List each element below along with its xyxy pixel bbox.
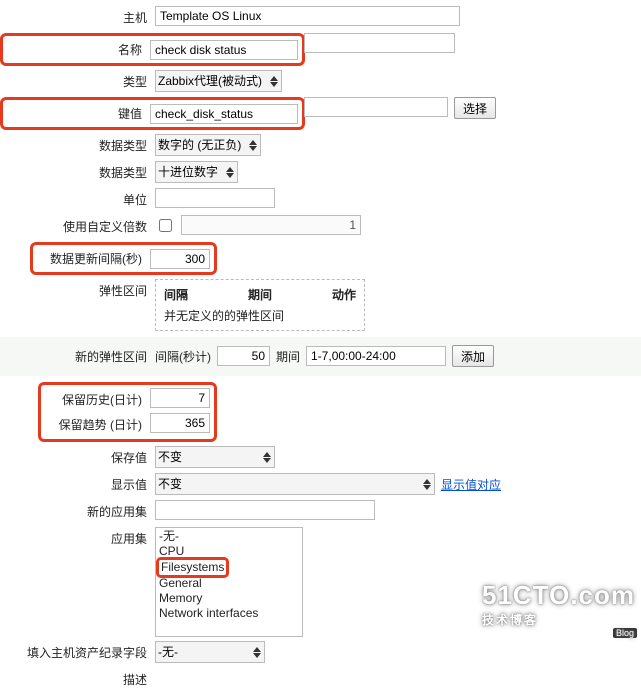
- apps-label: 应用集: [0, 527, 155, 550]
- add-button[interactable]: 添加: [452, 345, 494, 367]
- data-type-select[interactable]: 数字的 (无正负): [155, 134, 261, 156]
- inventory-label: 填入主机资产纪录字段: [0, 641, 155, 664]
- units-input[interactable]: [155, 188, 275, 208]
- list-item[interactable]: Filesystems: [158, 559, 300, 576]
- update-interval-label: 数据更新间隔(秒): [37, 247, 150, 270]
- multiplier-input: [181, 215, 361, 235]
- key-input-ext[interactable]: [304, 97, 448, 117]
- keep-trends-input[interactable]: [150, 413, 210, 433]
- flex-label: 弹性区间: [0, 279, 155, 302]
- apps-listbox[interactable]: -无-CPUFilesystemsGeneralMemoryNetwork in…: [155, 527, 303, 637]
- list-item[interactable]: -无-: [158, 529, 300, 544]
- new-flex-period-input[interactable]: [306, 346, 446, 366]
- name-label: 名称: [7, 38, 150, 61]
- list-item[interactable]: General: [158, 576, 300, 591]
- display-label: 显示值: [0, 473, 155, 496]
- data-type2-label: 数据类型: [0, 161, 155, 184]
- multiplier-checkbox[interactable]: [159, 219, 172, 232]
- inventory-select[interactable]: -无-: [155, 641, 265, 663]
- keep-trends-label: 保留趋势 (日计): [45, 413, 150, 436]
- keep-history-input[interactable]: [150, 388, 210, 408]
- keep-history-label: 保留历史(日计): [45, 388, 150, 411]
- name-input[interactable]: [150, 40, 298, 60]
- name-input-ext[interactable]: [304, 33, 455, 53]
- update-interval-input[interactable]: [150, 249, 210, 269]
- store-select[interactable]: 不变: [155, 446, 275, 468]
- host-input[interactable]: [155, 6, 460, 26]
- data-type2-select[interactable]: 十进位数字: [155, 161, 238, 183]
- data-type-label: 数据类型: [0, 134, 155, 157]
- new-app-input[interactable]: [155, 500, 375, 520]
- flex-col-action: 动作: [332, 286, 356, 303]
- flex-col-interval: 间隔: [164, 286, 188, 303]
- display-select[interactable]: 不变: [155, 473, 435, 495]
- description-label: 描述: [0, 668, 155, 691]
- new-app-label: 新的应用集: [0, 500, 155, 523]
- host-label: 主机: [0, 6, 155, 29]
- flex-none-text: 并无定义的的弹性区间: [164, 307, 356, 324]
- units-label: 单位: [0, 188, 155, 211]
- flex-col-period: 期间: [248, 286, 272, 303]
- list-item[interactable]: Memory: [158, 591, 300, 606]
- show-mapping-link[interactable]: 显示值对应: [441, 476, 501, 493]
- new-flex-interval-input[interactable]: [217, 346, 270, 366]
- new-flex-label: 新的弹性区间: [0, 345, 155, 368]
- new-flex-interval-label: 间隔(秒计): [155, 348, 211, 365]
- list-item[interactable]: Network interfaces: [158, 606, 300, 621]
- type-label: 类型: [0, 70, 155, 93]
- select-button[interactable]: 选择: [454, 97, 496, 119]
- multiplier-label: 使用自定义倍数: [0, 215, 155, 238]
- type-select[interactable]: Zabbix代理(被动式): [155, 70, 282, 92]
- flex-interval-box: 间隔 期间 动作 并无定义的的弹性区间: [155, 279, 365, 331]
- store-label: 保存值: [0, 446, 155, 469]
- key-label: 键值: [7, 102, 150, 125]
- key-input[interactable]: [150, 104, 298, 124]
- new-flex-period-label: 期间: [276, 348, 300, 365]
